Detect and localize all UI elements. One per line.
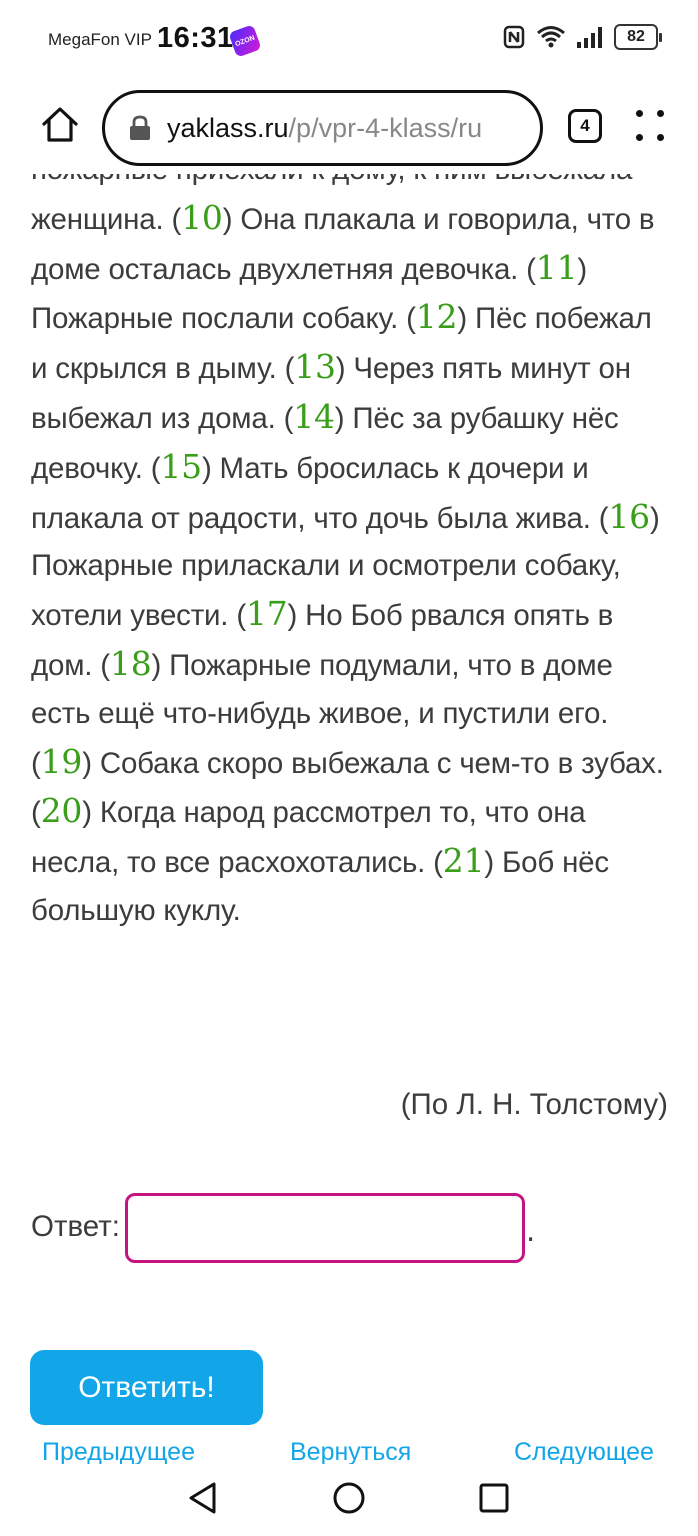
submit-answer-button[interactable]: Ответить! <box>30 1350 263 1425</box>
sentence-text: Пожарные послали собаку. <box>31 302 407 336</box>
home-circle-icon[interactable] <box>332 1481 366 1515</box>
back-triangle-icon[interactable] <box>186 1481 220 1515</box>
answer-input[interactable] <box>125 1193 525 1263</box>
story-author: (По Л. Н. Толстому) <box>400 1088 668 1121</box>
sentence-paren: ) <box>287 599 298 633</box>
address-bar[interactable]: yaklass.ru/p/vpr-4-klass/ru <box>102 90 543 166</box>
sentence-paren: ) <box>334 401 345 435</box>
sentence-paren: ( <box>433 846 443 880</box>
return-label[interactable]: Вернуться <box>290 1440 411 1464</box>
sentence-paren: ) <box>484 846 495 880</box>
sentence-paren: ) <box>82 746 92 780</box>
more-vert-icon[interactable] <box>632 106 668 146</box>
sentence-paren: ) <box>457 302 467 336</box>
sentence-number: 20 <box>40 791 83 831</box>
status-bar: MegaFon VIP 16:31 OZON 82 <box>0 0 698 82</box>
home-icon[interactable] <box>40 104 80 144</box>
sentence-number: 18 <box>109 643 152 683</box>
prev-exercise-label[interactable]: Предыдущее <box>42 1440 195 1464</box>
system-navigation-bar <box>0 1464 698 1536</box>
story-body: женщина. (10) Она плакала и говорила, чт… <box>31 194 671 935</box>
status-icons: 82 <box>502 24 662 50</box>
sentence-paren: ( <box>598 501 609 535</box>
sentence-paren: ( <box>236 599 246 633</box>
sentence-paren: ( <box>31 796 41 830</box>
sentence-paren: ( <box>283 401 294 435</box>
sentence-paren: ) <box>577 252 587 286</box>
battery-icon: 82 <box>614 24 662 50</box>
sentence-paren: ( <box>284 352 295 386</box>
sentence-number: 12 <box>415 297 458 337</box>
sentence-text: Собака скоро выбежала с чем-то в зубах. <box>91 746 664 780</box>
sentence-paren: ) <box>151 648 162 682</box>
sentence-text: женщина. <box>31 202 172 236</box>
wifi-icon <box>537 26 565 48</box>
signal-icon <box>577 27 602 48</box>
page-content: пожарные приехали к дому, к ним выбежала… <box>0 174 698 1464</box>
browser-toolbar: yaklass.ru/p/vpr-4-klass/ru 4 <box>0 82 698 174</box>
answer-label: Ответ: <box>31 1210 120 1243</box>
sentence-paren: ( <box>406 302 416 336</box>
sentence-paren: ) <box>201 451 212 485</box>
carrier-name: MegaFon VIP <box>48 30 152 49</box>
lock-icon <box>130 115 150 140</box>
recents-square-icon[interactable] <box>478 1482 510 1514</box>
sentence-number: 17 <box>245 594 288 634</box>
sentence-number: 15 <box>160 446 202 486</box>
clock: 16:31 <box>157 22 234 54</box>
nfc-icon <box>503 25 525 49</box>
sentence-number: 19 <box>40 741 83 781</box>
nav-labels: Предыдущее Вернуться Следующее <box>0 1440 698 1464</box>
sentence-number: 16 <box>608 496 650 536</box>
sentence-paren: ( <box>100 648 110 682</box>
sentence-number: 21 <box>442 841 485 881</box>
next-exercise-label[interactable]: Следующее <box>514 1440 654 1464</box>
tab-switcher-button[interactable]: 4 <box>568 109 602 143</box>
sentence-paren: ) <box>335 352 346 386</box>
story-line-cut: пожарные приехали к дому, к ним выбежала <box>31 174 671 194</box>
sentence-paren: ) <box>222 202 233 236</box>
answer-trailing-dot: . <box>526 1214 536 1248</box>
sentence-paren: ( <box>150 451 161 485</box>
sentence-paren: ( <box>31 746 41 780</box>
sentence-paren: ( <box>526 252 536 286</box>
sentence-paren: ( <box>171 202 182 236</box>
story-text: пожарные приехали к дому, к ним выбежала… <box>31 174 671 935</box>
sentence-number: 11 <box>535 247 578 287</box>
sentence-paren: ) <box>82 796 92 830</box>
sentence-number: 10 <box>181 197 223 237</box>
sentence-number: 14 <box>293 396 335 436</box>
url-text: yaklass.ru/p/vpr-4-klass/ru <box>167 113 482 144</box>
url-path: /p/vpr-4-klass/ru <box>288 112 483 143</box>
url-domain: yaklass.ru <box>167 112 289 143</box>
sentence-number: 13 <box>294 347 336 387</box>
sentence-paren: ) <box>649 501 660 535</box>
